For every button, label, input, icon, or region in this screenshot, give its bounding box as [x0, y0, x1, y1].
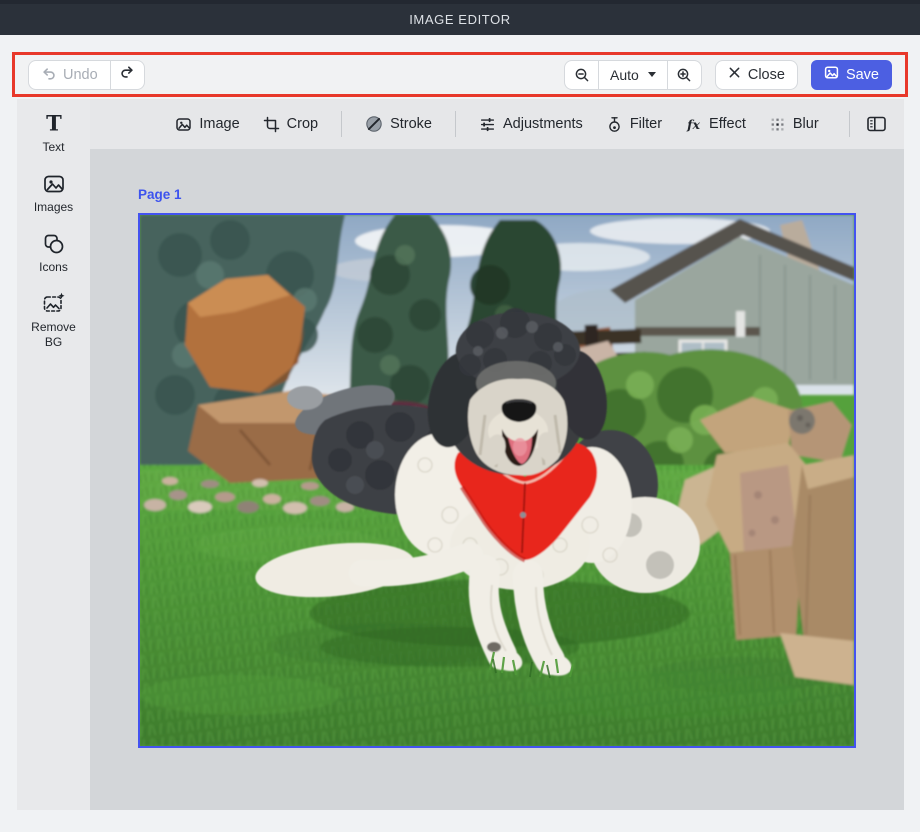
- effect-fx-icon: fx: [685, 116, 702, 133]
- images-icon: [42, 172, 66, 196]
- zoom-out-button[interactable]: [565, 61, 598, 89]
- text-icon: T: [42, 112, 66, 136]
- tool-image[interactable]: Image: [175, 116, 239, 133]
- tool-adjustments[interactable]: Adjustments: [479, 116, 583, 133]
- close-button[interactable]: Close: [715, 60, 798, 90]
- sidebar-item-text[interactable]: T Text: [17, 112, 90, 155]
- sidebar-item-icons[interactable]: Icons: [17, 232, 90, 275]
- filter-icon: [606, 116, 623, 133]
- icons-icon: [42, 232, 66, 256]
- zoom-level-dropdown[interactable]: Auto: [598, 61, 668, 89]
- left-sidebar: T Text Images Icons: [17, 99, 90, 810]
- toolbar-divider: [849, 111, 850, 137]
- save-image-icon: [824, 65, 839, 84]
- tool-blur[interactable]: Blur: [769, 116, 819, 133]
- remove-bg-icon: [42, 292, 66, 316]
- close-label: Close: [748, 67, 785, 83]
- zoom-in-icon: [676, 67, 692, 83]
- tool-label: Effect: [709, 116, 746, 132]
- svg-text:T: T: [46, 112, 62, 136]
- save-label: Save: [846, 67, 879, 83]
- tool-crop[interactable]: Crop: [263, 116, 318, 133]
- tool-label: Filter: [630, 116, 662, 132]
- tool-label: Crop: [287, 116, 318, 132]
- image-editor-app: IMAGE EDITOR Undo: [0, 0, 920, 832]
- sidebar-item-label: Images: [34, 200, 73, 215]
- zoom-in-button[interactable]: [668, 61, 701, 89]
- svg-text:fx: fx: [686, 116, 700, 131]
- chevron-down-icon: [648, 72, 656, 77]
- zoom-level-value: Auto: [610, 67, 639, 83]
- undo-icon: [41, 65, 56, 84]
- blur-icon: [769, 116, 786, 133]
- zoom-control: Auto: [564, 60, 702, 90]
- panel-right-icon: [866, 114, 887, 134]
- tool-label: Image: [199, 116, 239, 132]
- adjustments-icon: [479, 116, 496, 133]
- sidebar-item-label: Icons: [39, 260, 68, 275]
- tool-label: Blur: [793, 116, 819, 132]
- sidebar-item-label: Text: [42, 140, 64, 155]
- panel-toggle-button[interactable]: [849, 99, 887, 149]
- undo-label: Undo: [63, 67, 98, 83]
- tool-label: Stroke: [390, 116, 432, 132]
- app-header: IMAGE EDITOR: [0, 0, 920, 35]
- redo-icon: [120, 65, 135, 84]
- toolbar-right-group: Auto Close: [564, 60, 892, 90]
- history-group: Undo: [28, 60, 145, 90]
- toolbar-divider: [455, 111, 456, 137]
- tool-label: Adjustments: [503, 116, 583, 132]
- canvas-area[interactable]: Page 1 Black and white sheepadoodle dog …: [90, 149, 904, 810]
- close-icon: [728, 66, 741, 83]
- editor-column: Image Crop Stroke: [90, 99, 904, 810]
- tool-stroke[interactable]: Stroke: [365, 115, 432, 133]
- sidebar-item-remove-bg[interactable]: Remove BG: [17, 292, 90, 350]
- top-toolbar: Undo Auto: [12, 52, 908, 97]
- zoom-out-icon: [574, 67, 590, 83]
- edit-toolbar: Image Crop Stroke: [90, 99, 904, 149]
- save-button[interactable]: Save: [811, 60, 892, 90]
- image-icon: [175, 116, 192, 133]
- undo-button[interactable]: Undo: [28, 60, 111, 90]
- crop-icon: [263, 116, 280, 133]
- stroke-icon: [365, 115, 383, 133]
- dog-photo-illustration: Black and white sheepadoodle dog wearing…: [140, 215, 854, 746]
- app-title: IMAGE EDITOR: [409, 12, 511, 27]
- sidebar-item-label: Remove BG: [24, 320, 84, 350]
- main-area: T Text Images Icons: [17, 99, 904, 810]
- sidebar-item-images[interactable]: Images: [17, 172, 90, 215]
- tool-effect[interactable]: fx Effect: [685, 116, 746, 133]
- tool-filter[interactable]: Filter: [606, 116, 662, 133]
- canvas-photo-dog[interactable]: Black and white sheepadoodle dog wearing…: [138, 213, 856, 748]
- redo-button[interactable]: [110, 60, 145, 90]
- toolbar-divider: [341, 111, 342, 137]
- page-label[interactable]: Page 1: [138, 187, 182, 202]
